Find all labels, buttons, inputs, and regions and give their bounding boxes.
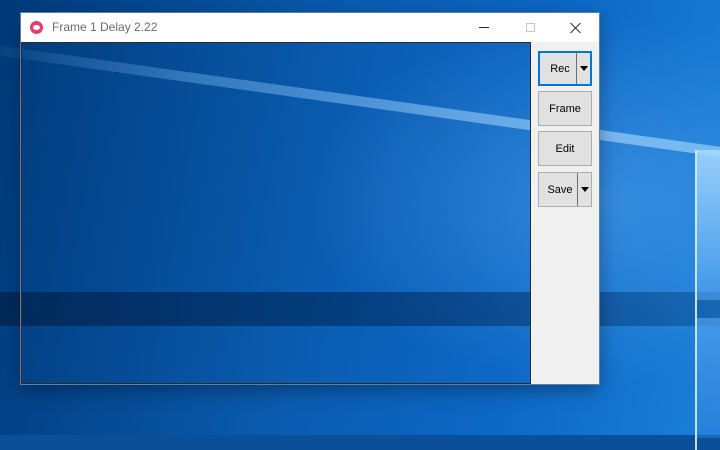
tool-panel: Rec Frame Edit Save (531, 42, 599, 384)
frame-button[interactable]: Frame (538, 91, 592, 126)
wallpaper-window-pane (696, 150, 720, 300)
rec-button-label: Rec (550, 62, 570, 75)
frame-button-label: Frame (549, 102, 581, 115)
rec-button[interactable]: Rec (538, 51, 592, 86)
edit-button-label: Edit (555, 142, 575, 155)
wallpaper-pane-edge (695, 150, 697, 450)
maximize-icon (525, 23, 535, 32)
close-icon (570, 22, 582, 34)
caret-down-icon (579, 66, 588, 71)
save-dropdown-button[interactable] (577, 173, 591, 206)
save-button[interactable]: Save (538, 172, 592, 207)
minimize-button[interactable] (461, 13, 507, 42)
minimize-icon (479, 27, 489, 28)
edit-button[interactable]: Edit (538, 131, 592, 166)
wallpaper-window-pane-lower (696, 318, 720, 438)
camera-icon (30, 21, 43, 34)
close-button[interactable] (553, 13, 599, 42)
rec-dropdown-button[interactable] (576, 53, 590, 84)
caret-down-icon (580, 187, 589, 192)
title-bar[interactable]: Frame 1 Delay 2.22 (21, 13, 599, 42)
save-button-label: Save (547, 183, 573, 196)
window-title: Frame 1 Delay 2.22 (52, 20, 158, 34)
recorder-window: Frame 1 Delay 2.22 Rec Frame Edit Save (21, 13, 599, 384)
capture-region[interactable] (21, 42, 531, 384)
maximize-button[interactable] (507, 13, 553, 42)
